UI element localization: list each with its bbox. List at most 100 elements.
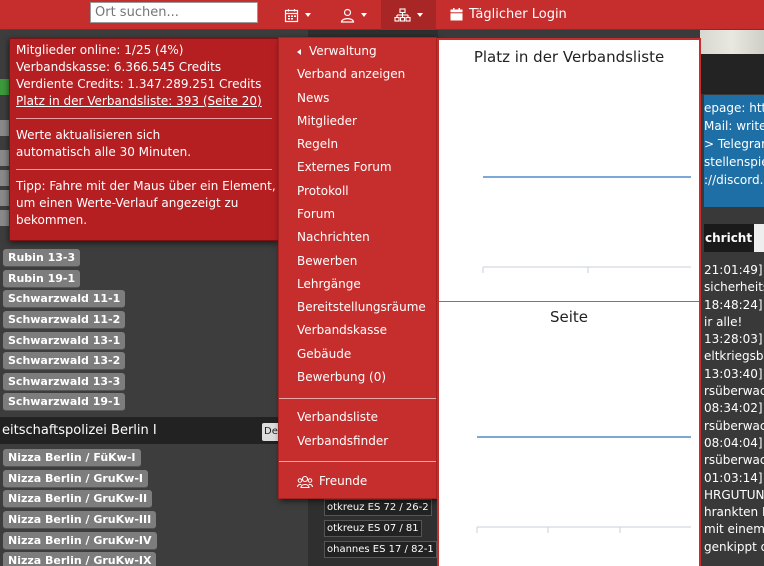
vehicle-button[interactable]: Rubin 19-1 bbox=[3, 269, 81, 288]
menu-item-verwaltung[interactable]: Verwaltung bbox=[297, 44, 377, 58]
divider bbox=[16, 169, 272, 170]
vehicle-button[interactable]: Schwarzwald 11-1 bbox=[3, 290, 126, 309]
chat-line: 21:01:49] bbox=[704, 263, 763, 277]
chat-line: sicherheits bbox=[704, 280, 764, 295]
chat-line: 08:04:04] bbox=[704, 435, 763, 450]
treasury-stat: Verbandskasse: 6.366.545 Credits bbox=[16, 60, 222, 74]
vehicle-button[interactable]: Rubin 13-3 bbox=[3, 249, 81, 268]
menu-item-lehrgaenge[interactable]: Lehrgänge bbox=[297, 277, 361, 291]
list-item: Nizza Berlin / GruKw-IX bbox=[0, 551, 308, 566]
chat-line: hrankten E bbox=[704, 505, 764, 520]
caret-left-icon bbox=[297, 48, 301, 55]
auto-update-note: automatisch alle 30 Minuten. bbox=[16, 145, 192, 159]
list-item: Rubin 13-3 bbox=[0, 248, 308, 269]
tab-inactive[interactable] bbox=[754, 224, 764, 252]
info-line: > Telegram bbox=[704, 137, 764, 151]
menu-item-verbandskasse[interactable]: Verbandskasse bbox=[297, 323, 387, 337]
divider bbox=[279, 398, 436, 399]
chevron-down-icon bbox=[417, 13, 423, 17]
list-item: otkreuz ES 07 / 81 bbox=[324, 518, 437, 539]
list-item: Nizza Berlin / GruKw-I bbox=[0, 469, 308, 490]
vehicle-button[interactable]: Nizza Berlin / GruKw-IX bbox=[3, 552, 157, 566]
vehicle-list-3: otkreuz ES 72 / 26-2 otkreuz ES 07 / 81 … bbox=[324, 497, 437, 560]
menu-item-mitglieder[interactable]: Mitglieder bbox=[297, 114, 357, 128]
vehicle-button[interactable]: Schwarzwald 19-1 bbox=[3, 393, 126, 412]
chat-line: rsüberwac bbox=[704, 453, 764, 468]
daily-login-label: Täglicher Login bbox=[469, 6, 567, 22]
list-item: Rubin 19-1 bbox=[0, 269, 308, 290]
vehicle-button[interactable]: Schwarzwald 13-1 bbox=[3, 331, 126, 350]
vehicle-list-2: Nizza Berlin / FüKw-I Nizza Berlin / Gru… bbox=[0, 448, 308, 566]
chat-line: rsüberwac bbox=[704, 384, 764, 399]
menu-item-freunde[interactable]: Freunde bbox=[297, 474, 367, 489]
page-chart bbox=[476, 436, 691, 533]
divider bbox=[16, 118, 272, 119]
list-item: Nizza Berlin / GruKw-II bbox=[0, 489, 308, 510]
chat-line: genkippt o bbox=[704, 539, 764, 554]
vehicle-button[interactable]: Schwarzwald 13-2 bbox=[3, 352, 126, 371]
menu-item-bereitstellungsraeume[interactable]: Bereitstellungsräume bbox=[297, 300, 426, 314]
list-item: Schwarzwald 11-2 bbox=[0, 310, 308, 331]
menu-item-label: Verwaltung bbox=[309, 44, 377, 58]
chat-line: eltkriegsbo bbox=[704, 349, 764, 364]
list-item: otkreuz ES 72 / 26-2 bbox=[324, 497, 437, 518]
vehicle-button[interactable]: Nizza Berlin / FüKw-I bbox=[3, 449, 141, 468]
menu-item-externes-forum[interactable]: Externes Forum bbox=[297, 160, 392, 174]
vehicle-button[interactable]: ohannes ES 17 / 82-1 bbox=[324, 541, 437, 558]
list-item: Schwarzwald 13-3 bbox=[0, 372, 308, 393]
list-item: Nizza Berlin / FüKw-I bbox=[0, 448, 308, 469]
chat-line: mit einem bbox=[704, 522, 764, 537]
menu-item-news[interactable]: News bbox=[297, 91, 329, 105]
auto-update-note: Werte aktualisieren sich bbox=[16, 128, 161, 142]
menu-item-label: Freunde bbox=[319, 474, 368, 488]
list-item: ohannes ES 17 / 82-1 bbox=[324, 539, 437, 560]
menu-item-protokoll[interactable]: Protokoll bbox=[297, 184, 349, 198]
menu-item-bewerben[interactable]: Bewerben bbox=[297, 254, 357, 268]
menu-item-gebaeude[interactable]: Gebäude bbox=[297, 347, 351, 361]
daily-login-button[interactable]: Täglicher Login bbox=[450, 0, 567, 28]
list-item: Nizza Berlin / GruKw-IV bbox=[0, 530, 308, 551]
history-graph-panel: Platz in der Verbandsliste Seite bbox=[437, 38, 701, 566]
chat-line: 13:28:03] bbox=[704, 332, 763, 347]
vehicle-button[interactable]: Schwarzwald 13-3 bbox=[3, 372, 126, 391]
users-icon bbox=[297, 475, 313, 488]
vehicle-button[interactable]: otkreuz ES 72 / 26-2 bbox=[324, 499, 432, 516]
menu-item-nachrichten[interactable]: Nachrichten bbox=[297, 230, 370, 244]
menu-item-regeln[interactable]: Regeln bbox=[297, 137, 338, 151]
chat-messages: 21:01:49] sicherheits 18:48:24] ir alle!… bbox=[704, 262, 764, 556]
list-item: Schwarzwald 13-2 bbox=[0, 351, 308, 372]
vehicle-button[interactable]: Nizza Berlin / GruKw-III bbox=[3, 511, 157, 530]
missions-menu-button[interactable] bbox=[284, 0, 311, 30]
chat-line: 18:48:24] bbox=[704, 297, 763, 312]
calendar-icon bbox=[450, 7, 463, 20]
list-item: Schwarzwald 19-1 bbox=[0, 392, 308, 413]
chevron-down-icon bbox=[361, 13, 367, 17]
vehicle-button[interactable]: Nizza Berlin / GruKw-IV bbox=[3, 531, 157, 550]
vehicle-button[interactable]: Nizza Berlin / GruKw-II bbox=[3, 490, 153, 509]
tab-messages[interactable]: chricht bbox=[704, 224, 754, 252]
chat-line: 08:34:02] bbox=[704, 401, 763, 416]
menu-item-bewerbung[interactable]: Bewerbung (0) bbox=[297, 370, 386, 384]
profile-menu-button[interactable] bbox=[340, 0, 367, 30]
top-navbar: Täglicher Login bbox=[0, 0, 764, 30]
vehicle-button[interactable]: otkreuz ES 07 / 81 bbox=[324, 520, 422, 537]
divider bbox=[279, 461, 436, 462]
location-search-input[interactable] bbox=[90, 2, 258, 23]
chat-line: HRGUTUN bbox=[704, 487, 764, 502]
map-view[interactable] bbox=[700, 30, 764, 54]
menu-item-verbandsfinder[interactable]: Verbandsfinder bbox=[297, 434, 388, 448]
vehicle-button[interactable]: Nizza Berlin / GruKw-I bbox=[3, 469, 148, 488]
rank-chart bbox=[482, 176, 691, 273]
earned-credits-stat: Verdiente Credits: 1.347.289.251 Credits bbox=[16, 77, 262, 91]
menu-item-forum[interactable]: Forum bbox=[297, 207, 335, 221]
user-icon bbox=[340, 8, 355, 23]
info-line: epage: http bbox=[704, 101, 764, 115]
alliance-info-box: epage: http Mail: write > Telegram stell… bbox=[704, 95, 764, 207]
alliance-menu-button[interactable] bbox=[381, 0, 436, 30]
menu-item-verbandsliste[interactable]: Verbandsliste bbox=[297, 410, 378, 424]
menu-item-verband-anzeigen[interactable]: Verband anzeigen bbox=[297, 67, 405, 81]
list-item: Schwarzwald 13-1 bbox=[0, 330, 308, 351]
alliance-rank-link[interactable]: Platz in der Verbandsliste: 393 (Seite 2… bbox=[16, 93, 272, 110]
tip-text: bekommen. bbox=[16, 213, 88, 227]
vehicle-button[interactable]: Schwarzwald 11-2 bbox=[3, 311, 126, 330]
